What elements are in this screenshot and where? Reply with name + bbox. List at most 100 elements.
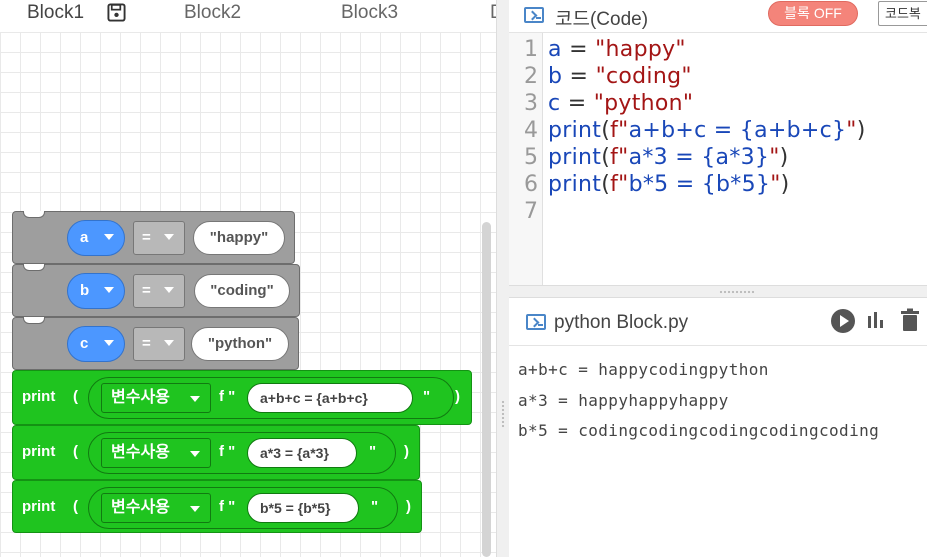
output-line: a+b+c = happycodingpython: [518, 360, 769, 379]
paren-open: (: [73, 498, 78, 515]
string-value-input[interactable]: "python": [191, 327, 289, 361]
tab-label: Block1: [27, 2, 85, 23]
paren-close: ): [455, 388, 460, 405]
code-panel-title: 코드(Code): [555, 9, 649, 30]
horizontal-splitter[interactable]: [509, 285, 927, 298]
fstring-input[interactable]: a*3 = {a*3}: [247, 438, 357, 468]
quote-close: ": [423, 388, 431, 405]
string-value-input[interactable]: "happy": [193, 221, 285, 255]
line-number: 4: [524, 118, 538, 143]
tab-block2[interactable]: Block2: [184, 0, 304, 32]
operator-label: =: [142, 335, 151, 352]
paren-close: ): [406, 498, 411, 515]
dropdown-caret-icon: [164, 234, 174, 240]
workspace-scrollbar[interactable]: [482, 222, 491, 557]
block-notch: [23, 211, 45, 218]
code-line: b = "coding": [548, 64, 692, 89]
line-number: 6: [524, 172, 538, 197]
variable-name: b: [80, 282, 90, 299]
dropdown-caret-icon: [190, 396, 200, 402]
line-number: 7: [524, 199, 538, 224]
paren-close: ): [404, 443, 409, 460]
print-keyword: print: [22, 443, 56, 460]
fstring-prefix: f ": [219, 388, 236, 405]
mode-dropdown[interactable]: 변수사용: [101, 383, 211, 413]
output-panel-header: python Block.py: [509, 298, 927, 346]
copy-code-button[interactable]: 코드복: [878, 1, 927, 26]
fstring-arg[interactable]: 변수사용 f " a+b+c = {a+b+c} ": [88, 377, 454, 419]
code-line: c = "python": [548, 91, 694, 116]
mode-dropdown[interactable]: 변수사용: [101, 438, 211, 468]
line-number: 1: [524, 37, 538, 62]
tab-label: Block3: [341, 2, 399, 23]
variable-dropdown[interactable]: b: [67, 273, 125, 309]
code-line: print(f"b*5 = {b*5}"): [548, 172, 790, 197]
line-number: 5: [524, 145, 538, 170]
fstring-prefix: f ": [219, 443, 236, 460]
code-editor[interactable]: 1 2 3 4 5 6 7 a = "happy" b = "coding" c…: [509, 32, 927, 286]
variable-dropdown[interactable]: a: [67, 220, 125, 256]
assign-block-a[interactable]: a = "happy": [12, 211, 295, 264]
variable-name: c: [80, 335, 89, 352]
print-keyword: print: [22, 388, 56, 405]
tab-block3[interactable]: Block3: [341, 0, 461, 32]
tab-block1[interactable]: Block1: [0, 0, 140, 32]
assign-block-c[interactable]: c = "python": [12, 317, 299, 370]
trash-icon[interactable]: [900, 308, 920, 332]
mode-label: 변수사용: [111, 499, 170, 516]
print-block-3[interactable]: print ( 변수사용 f " b*5 = {b*5} " ): [12, 480, 422, 533]
mode-dropdown[interactable]: 변수사용: [101, 493, 211, 523]
quote-close: ": [371, 498, 379, 515]
block-workspace[interactable]: Block1 Block2 Block3 D a = "happy" b = "…: [0, 0, 496, 557]
code-line: print(f"a*3 = {a*3}"): [548, 145, 789, 170]
splitter-grip-icon: [719, 290, 755, 294]
tab-label: Block2: [184, 2, 242, 23]
operator-dropdown[interactable]: =: [133, 327, 185, 361]
dropdown-caret-icon: [190, 451, 200, 457]
line-gutter: 1 2 3 4 5 6 7: [509, 33, 543, 286]
line-number: 3: [524, 91, 538, 116]
dropdown-caret-icon: [104, 234, 114, 240]
variable-dropdown[interactable]: c: [67, 326, 125, 362]
fstring-input[interactable]: a+b+c = {a+b+c}: [247, 383, 413, 413]
fstring-arg[interactable]: 변수사용 f " b*5 = {b*5} ": [88, 487, 398, 529]
code-line: a = "happy": [548, 37, 686, 62]
line-number: 2: [524, 64, 538, 89]
output-panel-title: python Block.py: [554, 312, 689, 333]
vertical-splitter[interactable]: [496, 0, 509, 557]
block-notch: [23, 317, 45, 324]
dropdown-caret-icon: [190, 506, 200, 512]
chart-icon[interactable]: [865, 310, 885, 330]
block-notch: [23, 264, 45, 271]
fstring-prefix: f ": [219, 498, 236, 515]
terminal-icon: [524, 7, 544, 23]
splitter-grip-icon: [501, 400, 505, 428]
code-panel-header: 코드(Code) 블록 OFF 코드복: [509, 0, 927, 32]
block-toggle-button[interactable]: 블록 OFF: [768, 1, 858, 26]
variable-name: a: [80, 229, 89, 246]
mode-label: 변수사용: [111, 389, 170, 406]
quote-close: ": [369, 443, 377, 460]
run-icon[interactable]: [831, 309, 855, 333]
dropdown-caret-icon: [164, 340, 174, 346]
operator-label: =: [142, 282, 151, 299]
print-block-1[interactable]: print ( 변수사용 f " a+b+c = {a+b+c} " ): [12, 370, 472, 425]
fstring-input[interactable]: b*5 = {b*5}: [247, 493, 359, 523]
dropdown-caret-icon: [164, 287, 174, 293]
save-icon[interactable]: [107, 3, 126, 22]
terminal-icon: [526, 314, 546, 330]
operator-dropdown[interactable]: =: [133, 221, 185, 255]
mode-label: 변수사용: [111, 444, 170, 461]
string-value-input[interactable]: "coding": [194, 274, 290, 308]
print-keyword: print: [22, 498, 56, 515]
code-line: print(f"a+b+c = {a+b+c}"): [548, 118, 866, 143]
paren-open: (: [73, 443, 78, 460]
assign-block-b[interactable]: b = "coding": [12, 264, 300, 317]
dropdown-caret-icon: [104, 340, 114, 346]
output-line: a*3 = happyhappyhappy: [518, 391, 729, 410]
fstring-arg[interactable]: 변수사용 f " a*3 = {a*3} ": [88, 432, 396, 474]
dropdown-caret-icon: [104, 287, 114, 293]
operator-dropdown[interactable]: =: [133, 274, 185, 308]
paren-open: (: [73, 388, 78, 405]
print-block-2[interactable]: print ( 변수사용 f " a*3 = {a*3} " ): [12, 425, 420, 480]
